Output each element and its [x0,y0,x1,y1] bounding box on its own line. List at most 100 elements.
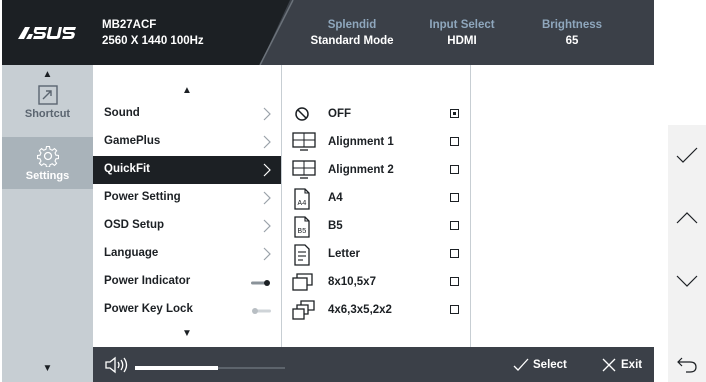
chevron-right-icon [263,247,271,261]
shortcut-icon [37,85,58,105]
menu-item-power-setting[interactable]: Power Setting [93,184,281,212]
down-key[interactable] [668,267,706,295]
sidebar-item-shortcut-label: Shortcut [24,108,71,120]
option-checkbox[interactable] [450,221,459,230]
menu-column: ▲ Sound GamePlus QuickFit Power Setting … [93,65,282,347]
submenu-column [471,65,654,347]
select-button[interactable]: Select [513,347,567,382]
b5-paper-icon: B5 [294,216,310,238]
close-icon [602,358,616,371]
select-button-label: Select [533,358,567,371]
option-label: 4x6,3x5,2x2 [328,304,392,316]
menu-item-label: GamePlus [104,135,161,147]
menu-item-power-key-lock[interactable]: Power Key Lock [93,296,281,324]
model-resolution: 2560 X 1440 100Hz [102,35,204,47]
menu-item-power-indicator[interactable]: Power Indicator [93,268,281,296]
menu-down-arrow-icon[interactable]: ▼ [93,328,281,339]
sidebar-item-settings-label: Settings [25,170,70,182]
option-b5[interactable]: B5 B5 [282,212,470,240]
control-key-panel [668,125,706,382]
menu-item-sound[interactable]: Sound [93,100,281,128]
alignment-grid-icon [292,132,316,151]
menu-item-gameplus[interactable]: GamePlus [93,128,281,156]
volume-slider[interactable] [135,366,285,370]
option-checkbox[interactable] [450,109,459,118]
gear-icon [36,145,59,167]
menu-item-label: QuickFit [104,163,151,175]
option-8x10-5x7[interactable]: 8x10,5x7 [282,268,470,296]
chevron-right-icon [263,135,271,149]
header-input-select-label: Input Select [429,19,495,31]
option-label: B5 [328,220,343,232]
menu-item-label: Power Indicator [104,275,191,287]
menu-up-arrow-icon[interactable]: ▲ [93,85,281,96]
menu-item-osd-setup[interactable]: OSD Setup [93,212,281,240]
option-label: Letter [328,248,360,260]
toggle-on-icon[interactable] [251,280,271,286]
svg-text:A4: A4 [297,200,307,208]
sidebar-item-settings[interactable]: Settings [2,137,93,189]
speaker-icon [105,356,128,374]
volume-slider-fill [135,366,218,370]
option-checkbox[interactable] [450,137,459,146]
a4-paper-icon: A4 [294,188,310,210]
confirm-key[interactable] [668,141,706,169]
letter-paper-icon [294,244,310,266]
exit-button-label: Exit [621,358,643,371]
asus-logo [2,0,90,65]
menu-item-label: Power Key Lock [104,303,193,315]
option-alignment-2[interactable]: Alignment 2 [282,156,470,184]
osd-sidebar: ▲ Shortcut Settings ▼ [2,65,93,382]
option-label: OFF [328,108,351,120]
option-off[interactable]: OFF [282,100,470,128]
header-splendid-value: Standard Mode [310,35,394,47]
up-key[interactable] [668,203,706,231]
sidebar-down-arrow-icon[interactable]: ▼ [2,363,93,374]
menu-item-label: Sound [104,107,140,119]
option-alignment-1[interactable]: Alignment 1 [282,128,470,156]
check-icon [513,358,529,371]
down-chevron-icon [676,275,698,287]
header-brightness: Brightness 65 [532,19,612,47]
option-label: Alignment 2 [328,164,394,176]
menu-item-label: Language [104,247,159,259]
back-arrow-icon [677,357,697,373]
menu-item-quickfit[interactable]: QuickFit [93,156,281,184]
option-checkbox[interactable] [450,277,459,286]
option-label: 8x10,5x7 [328,276,376,288]
sidebar-item-shortcut[interactable]: Shortcut [2,85,93,137]
exit-button[interactable]: Exit [601,347,642,382]
header-brightness-value: 65 [565,35,579,47]
asus-logo-mark [18,26,76,39]
menu-item-language[interactable]: Language [93,240,281,268]
option-letter[interactable]: Letter [282,240,470,268]
sidebar-up-arrow-icon[interactable]: ▲ [2,69,93,80]
off-circle-icon [295,107,309,121]
option-a4[interactable]: A4 A4 [282,184,470,212]
osd-header: MB27ACF 2560 X 1440 100Hz Splendid Stand… [2,0,654,65]
menu-item-label: OSD Setup [104,219,165,231]
header-input-select: Input Select HDMI [422,19,502,47]
menu-item-label: Power Setting [104,191,181,203]
header-brightness-label: Brightness [541,19,603,31]
options-column: OFF Alignment 1 Alignment 2 A4 A4 B5 B5 … [282,65,471,347]
osd-bottom-bar: Select Exit [93,347,654,382]
toggle-off-icon[interactable] [251,308,271,314]
header-splendid-label: Splendid [327,19,377,31]
option-label: A4 [328,192,343,204]
chevron-right-icon [263,107,271,121]
chevron-right-icon [263,191,271,205]
model-name: MB27ACF [102,19,157,31]
photo-frame-icon [292,273,313,291]
option-checkbox[interactable] [450,305,459,314]
svg-text:B5: B5 [297,228,307,236]
osd-menu: MB27ACF 2560 X 1440 100Hz Splendid Stand… [2,0,654,382]
chevron-right-icon [263,163,271,177]
option-checkbox[interactable] [450,165,459,174]
option-checkbox[interactable] [450,193,459,202]
chevron-right-icon [263,219,271,233]
back-key[interactable] [668,351,706,379]
option-checkbox[interactable] [450,249,459,258]
header-splendid: Splendid Standard Mode [292,19,412,47]
option-4x6-3x5-2x2[interactable]: 4x6,3x5,2x2 [282,296,470,324]
